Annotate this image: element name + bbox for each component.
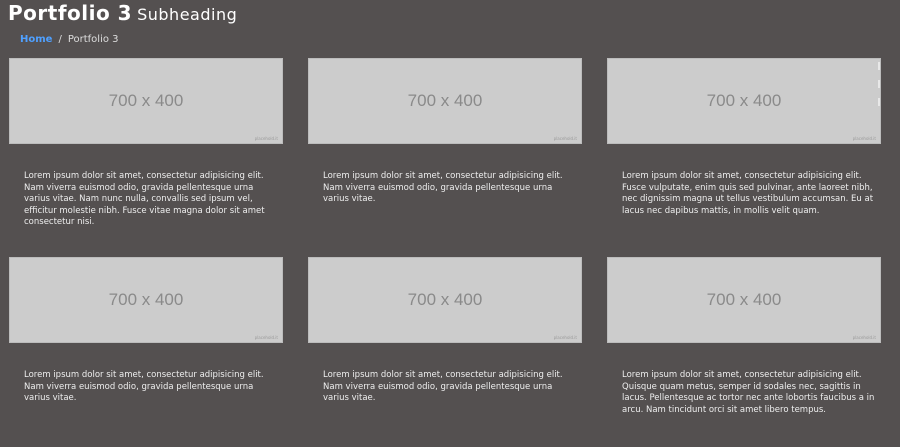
portfolio-item: 700 x 400 placehold.it Lorem ipsum dolor… (9, 257, 283, 405)
project-image-credit: placehold.it (852, 136, 876, 141)
clipped-edge-artifact (878, 62, 880, 70)
project-image-credit: placehold.it (553, 335, 577, 340)
project-image-credit: placehold.it (852, 335, 876, 340)
project-image-placeholder-label: 700 x 400 (706, 290, 782, 309)
project-image-link[interactable]: 700 x 400 placehold.it (9, 257, 283, 343)
project-image-placeholder-label: 700 x 400 (407, 290, 483, 309)
project-description: Lorem ipsum dolor sit amet, consectetur … (622, 171, 874, 216)
project-description: Lorem ipsum dolor sit amet, consectetur … (24, 370, 264, 403)
project-description: Lorem ipsum dolor sit amet, consectetur … (323, 171, 563, 204)
project-image-link[interactable]: 700 x 400 placehold.it (9, 58, 283, 144)
clipped-edge-artifact (878, 98, 880, 106)
project-image-placeholder-label: 700 x 400 (108, 91, 184, 110)
project-image-credit: placehold.it (553, 136, 577, 141)
project-image-placeholder-label: 700 x 400 (108, 290, 184, 309)
project-description: Lorem ipsum dolor sit amet, consectetur … (24, 171, 265, 227)
project-image-link[interactable]: 700 x 400 placehold.it (607, 257, 881, 343)
project-image-placeholder-label: 700 x 400 (706, 91, 782, 110)
portfolio-item: 700 x 400 placehold.it Lorem ipsum dolor… (308, 58, 582, 206)
portfolio-item: 700 x 400 placehold.it Lorem ipsum dolor… (607, 58, 881, 217)
portfolio-grid: 700 x 400 placehold.it Lorem ipsum dolor… (0, 0, 900, 447)
project-description: Lorem ipsum dolor sit amet, consectetur … (323, 370, 563, 403)
clipped-edge-artifact (878, 80, 880, 88)
portfolio-item: 700 x 400 placehold.it Lorem ipsum dolor… (9, 58, 283, 229)
portfolio-item: 700 x 400 placehold.it Lorem ipsum dolor… (607, 257, 881, 416)
project-image-link[interactable]: 700 x 400 placehold.it (308, 58, 582, 144)
project-image-credit: placehold.it (254, 136, 278, 141)
project-image-link[interactable]: 700 x 400 placehold.it (308, 257, 582, 343)
project-description: Lorem ipsum dolor sit amet, consectetur … (622, 370, 875, 415)
project-image-link[interactable]: 700 x 400 placehold.it (607, 58, 881, 144)
project-image-credit: placehold.it (254, 335, 278, 340)
portfolio-item: 700 x 400 placehold.it Lorem ipsum dolor… (308, 257, 582, 405)
project-image-placeholder-label: 700 x 400 (407, 91, 483, 110)
